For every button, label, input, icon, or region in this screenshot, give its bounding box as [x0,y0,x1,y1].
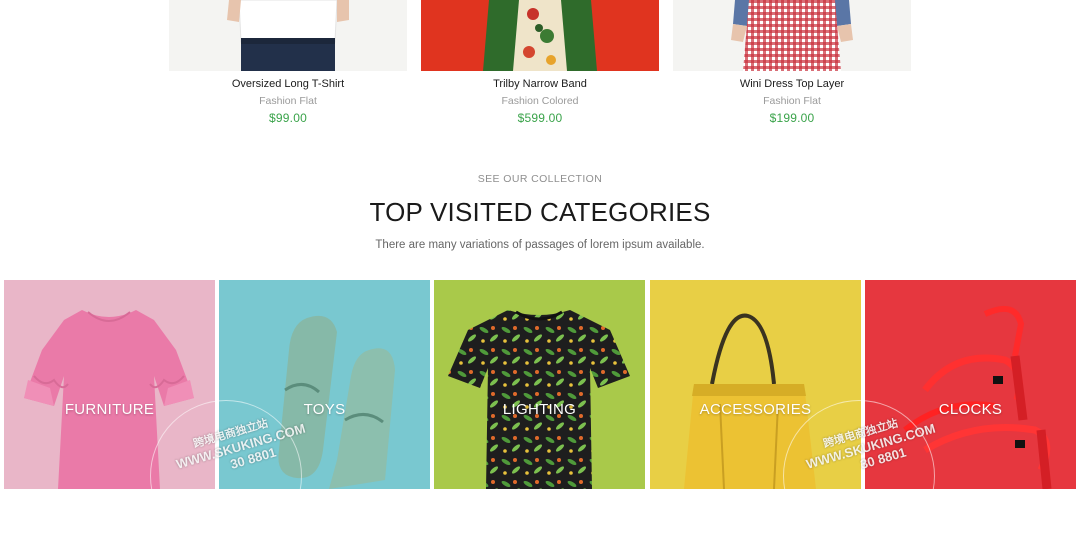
product-name[interactable]: Wini Dress Top Layer [673,78,911,90]
product-name[interactable]: Trilby Narrow Band [421,78,659,90]
product-price: $599.00 [517,111,563,125]
product-image-tshirt[interactable] [169,0,407,71]
section-eyebrow: SEE OUR COLLECTION [477,173,603,185]
tshirt-illustration [448,310,630,489]
category-label: LIGHTING [502,401,577,418]
section-subtitle: There are many variations of passages of… [375,239,705,251]
product-price: $99.00 [269,111,307,125]
section-title: TOP VISITED CATEGORIES [369,197,711,227]
category-tile-lighting[interactable]: LIGHTING [434,280,645,489]
product-price: $199.00 [769,111,815,125]
product-name[interactable]: Oversized Long T-Shirt [169,78,407,90]
product-image-band[interactable] [421,0,659,71]
product-category: Fashion Flat [259,95,317,107]
product-category: Fashion Colored [501,95,579,107]
product-category: Fashion Flat [763,95,821,107]
product-image-dress[interactable] [673,0,911,71]
